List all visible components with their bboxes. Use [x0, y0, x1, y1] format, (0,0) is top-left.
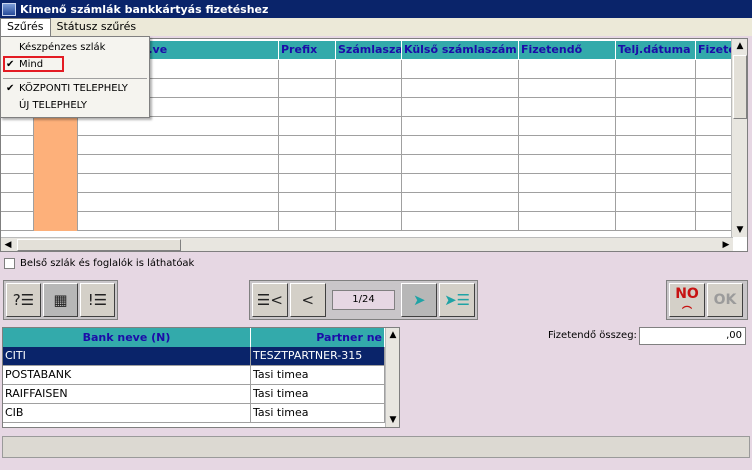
bank-grid-scrollbar[interactable]: ▲ ▼ — [385, 328, 399, 427]
checkbox-label: Belső szlák és foglalók is láthatóak — [20, 258, 195, 269]
menu-separator — [3, 78, 147, 79]
grid-vertical-scrollbar[interactable]: ▲ ▼ — [731, 39, 747, 237]
internal-invoices-checkbox[interactable] — [4, 258, 15, 269]
previous-page-button[interactable]: < — [289, 283, 326, 317]
bank-grid-header: Bank neve (N) Partner ne — [3, 328, 399, 347]
partner-cell: Tasi timea — [251, 385, 385, 404]
amount-field[interactable]: ,00 — [639, 327, 746, 345]
table-row[interactable] — [1, 136, 733, 155]
table-row[interactable] — [1, 174, 733, 193]
table-row[interactable]: CIB Tasi timea — [3, 404, 399, 423]
table-row[interactable]: POSTABANK Tasi timea — [3, 366, 399, 385]
grid-col-telj-datuma[interactable]: Telj.dátuma — [616, 41, 696, 59]
question-list-icon: ?☰ — [12, 291, 35, 309]
exclamation-list-icon: !☰ — [87, 291, 108, 309]
last-page-icon: ➤☰ — [444, 291, 471, 309]
checkmark-icon: ✔ — [6, 83, 15, 94]
no-button[interactable]: NO ︵ — [669, 283, 705, 317]
grid-icon: ▦ — [53, 291, 68, 309]
menu-item-keszpenzes[interactable]: Készpénzes szlák — [1, 40, 149, 56]
window-title: Kimenő számlák bankkártyás fizetéshez — [20, 2, 269, 16]
table-view-button[interactable]: ▦ — [43, 283, 78, 317]
window-titlebar: Kimenő számlák bankkártyás fizetéshez — [0, 0, 752, 18]
bank-name-cell: POSTABANK — [3, 366, 251, 385]
confirm-group: NO ︵ OK — [666, 280, 748, 320]
frown-icon: ︵ — [682, 300, 692, 311]
scroll-down-icon[interactable]: ▼ — [386, 413, 399, 427]
previous-icon: < — [301, 291, 315, 309]
menubar: Szűrés Státusz szűrés — [0, 18, 752, 36]
status-bar — [2, 436, 750, 458]
ok-button[interactable]: OK — [707, 283, 743, 317]
menu-item-kozponti-telephely[interactable]: ✔ KÖZPONTI TELEPHELY — [1, 81, 149, 97]
scroll-up-icon[interactable]: ▲ — [386, 328, 399, 342]
bank-name-cell: CIB — [3, 404, 251, 423]
first-page-button[interactable]: ☰< — [252, 283, 288, 317]
grid-col-fizetes[interactable]: Fizete — [696, 41, 733, 59]
filter-query-button[interactable]: ?☰ — [6, 283, 41, 317]
partner-cell: Tasi timea — [251, 404, 385, 423]
bank-col-partner[interactable]: Partner ne — [251, 328, 385, 347]
next-icon: ➤ — [412, 291, 426, 309]
grid-col-fizetendo[interactable]: Fizetendő — [519, 41, 616, 59]
scroll-left-icon[interactable]: ◀ — [1, 238, 15, 251]
page-counter: 1/24 — [331, 290, 396, 310]
scroll-thumb[interactable] — [733, 55, 747, 119]
highlight-annotation — [3, 56, 64, 72]
app-icon — [2, 2, 16, 16]
table-row[interactable] — [1, 155, 733, 174]
menu-statusz-szures[interactable]: Státusz szűrés — [51, 18, 143, 36]
last-page-button[interactable]: ➤☰ — [439, 283, 475, 317]
grid-horizontal-scrollbar[interactable]: ◀ ▶ — [1, 237, 733, 251]
szures-dropdown-menu: Készpénzes szlák ✔ Mind ✔ KÖZPONTI TELEP… — [0, 36, 150, 118]
scroll-down-icon[interactable]: ▼ — [733, 223, 747, 237]
table-row[interactable] — [1, 117, 733, 136]
partner-cell: Tasi timea — [251, 366, 385, 385]
next-page-button[interactable]: ➤ — [401, 283, 438, 317]
grid-col-prefix[interactable]: Prefix — [279, 41, 336, 59]
table-row[interactable]: CITI TESZTPARTNER-315 — [3, 347, 399, 366]
scroll-right-icon[interactable]: ▶ — [719, 238, 733, 251]
internal-invoices-checkbox-row[interactable]: Belső szlák és foglalók is láthatóak — [4, 258, 194, 269]
bank-col-bank-name[interactable]: Bank neve (N) — [3, 328, 251, 347]
bank-grid[interactable]: Bank neve (N) Partner ne CITI TESZTPARTN… — [2, 327, 400, 428]
partner-cell: TESZTPARTNER-315 — [251, 347, 385, 366]
table-row[interactable]: RAIFFAISEN Tasi timea — [3, 385, 399, 404]
alert-list-button[interactable]: !☰ — [80, 283, 115, 317]
menu-szures[interactable]: Szűrés — [0, 18, 51, 36]
scroll-thumb[interactable] — [17, 239, 181, 251]
pager-group: ☰< < 1/24 ➤ ➤☰ — [249, 280, 478, 320]
grid-col-kulso-szamlaszam[interactable]: Külső számlaszám — [402, 41, 519, 59]
bank-name-cell: RAIFFAISEN — [3, 385, 251, 404]
amount-label: Fizetendő összeg: — [548, 330, 637, 341]
grid-col-szamlaszam[interactable]: Számlasza — [336, 41, 402, 59]
first-page-icon: ☰< — [256, 291, 283, 309]
scroll-up-icon[interactable]: ▲ — [733, 39, 747, 53]
table-row[interactable] — [1, 193, 733, 212]
table-row[interactable] — [1, 212, 733, 231]
grid-tools-group: ?☰ ▦ !☰ — [3, 280, 118, 320]
menu-item-uj-telephely[interactable]: ÚJ TELEPHELY — [1, 98, 149, 114]
bank-name-cell: CITI — [3, 347, 251, 366]
